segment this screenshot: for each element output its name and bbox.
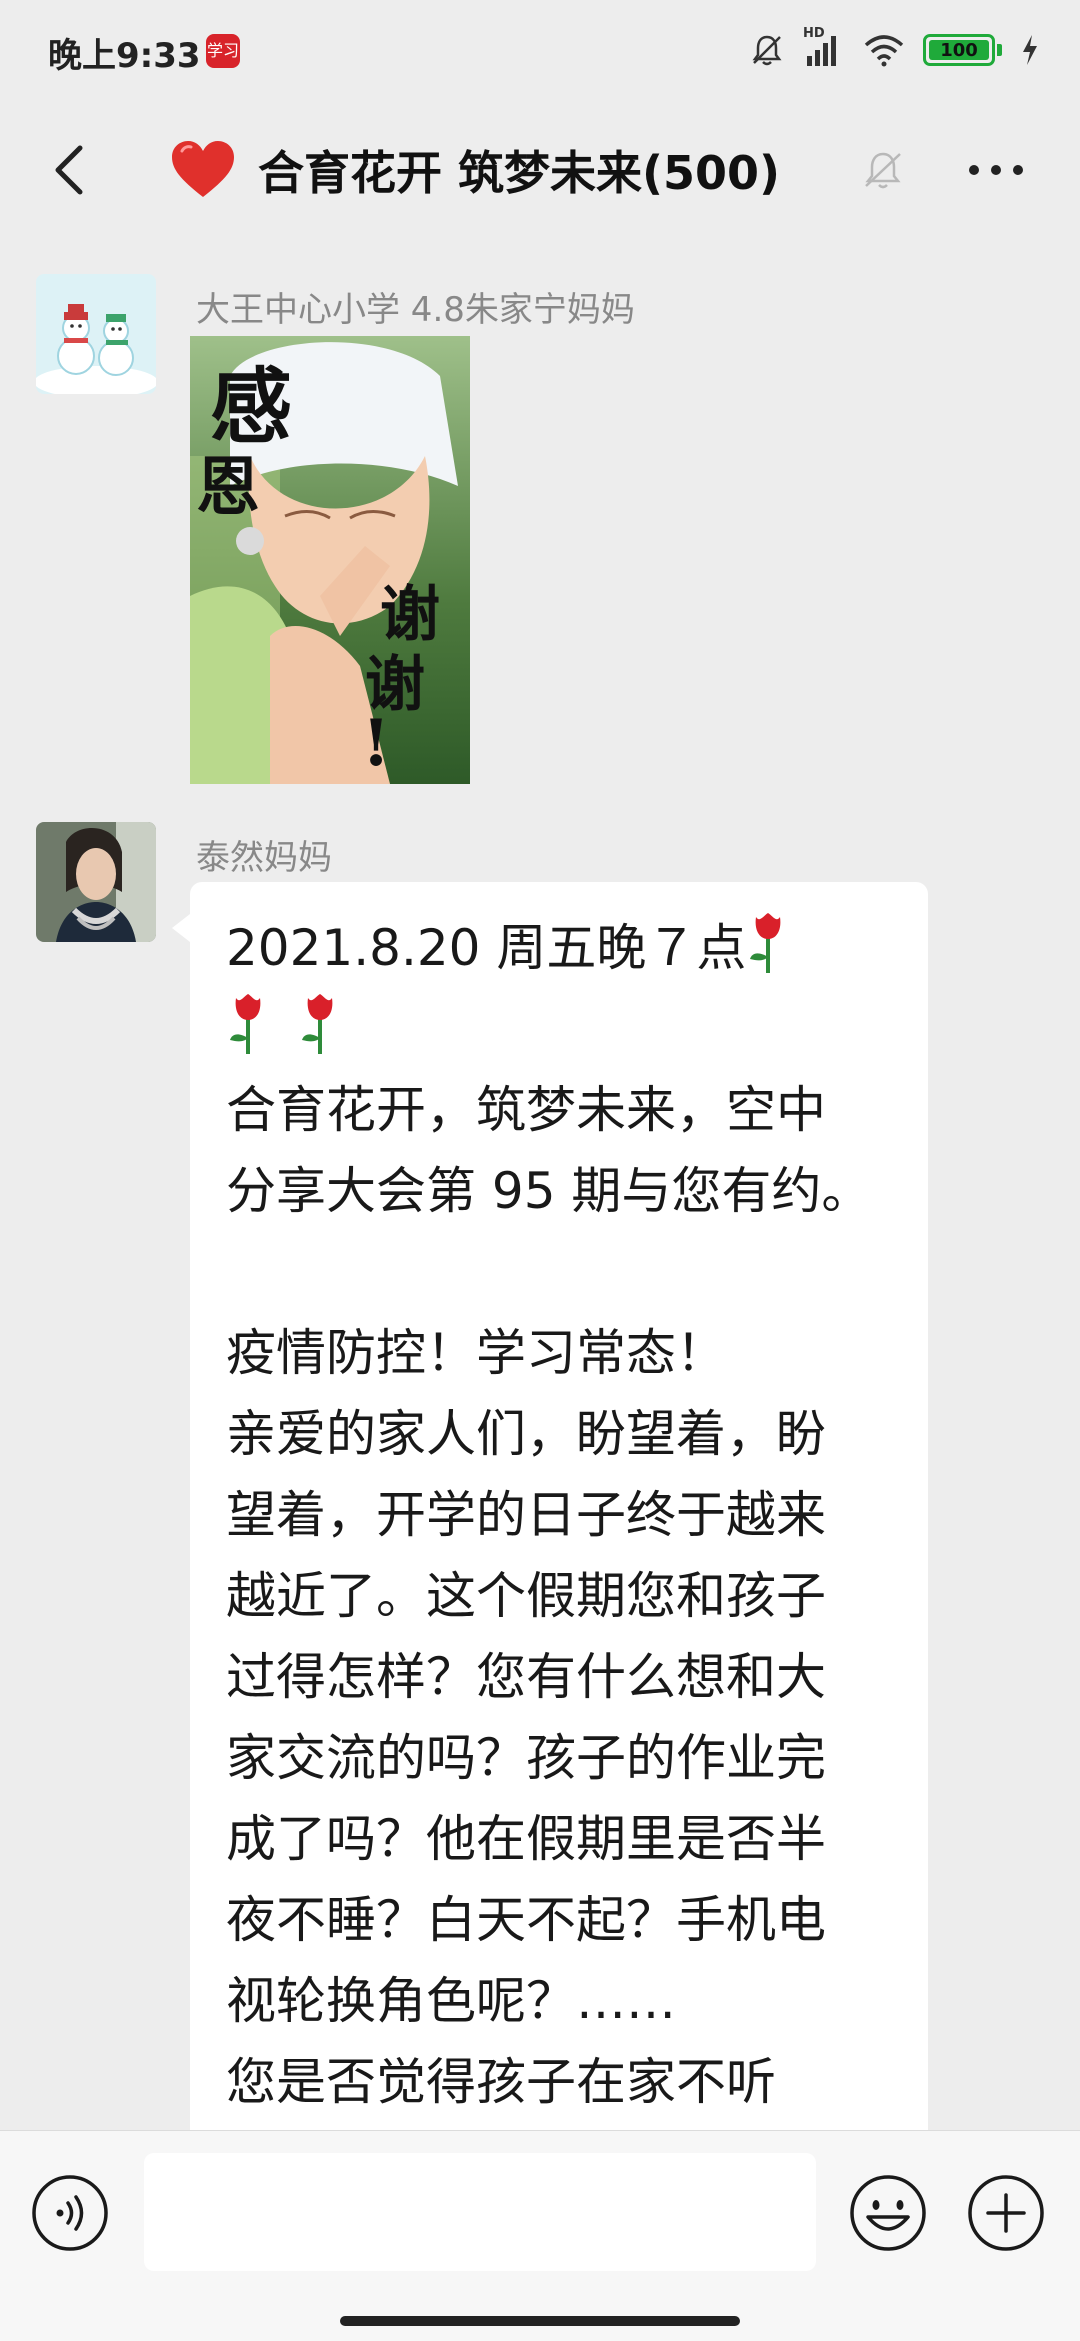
message-input[interactable] xyxy=(144,2153,816,2271)
network-badge: HD xyxy=(803,26,825,41)
message-line: 过得怎样？您有什么想和大 xyxy=(226,1648,826,1706)
message-bubble[interactable]: 2021.8.20 周五晚７点 合育花开，筑梦未来，空中 分享大会第 95 期与… xyxy=(172,882,928,2130)
back-icon[interactable] xyxy=(40,138,104,202)
message-line xyxy=(226,989,892,1070)
message-line: 亲爱的家人们，盼望着，盼 xyxy=(226,1405,826,1463)
voice-icon[interactable] xyxy=(30,2173,110,2253)
woman-avatar-icon xyxy=(36,822,156,942)
message-line: 家交流的吗？孩子的作业完 xyxy=(226,1729,826,1787)
message-line: 分享大会第 95 期与您有约。 xyxy=(226,1162,872,1220)
input-bar xyxy=(0,2130,1080,2341)
avatar[interactable] xyxy=(36,822,156,942)
message-line: 夜不睡？白天不起？手机电 xyxy=(226,1891,826,1949)
charging-icon xyxy=(1023,35,1037,65)
sender-name: 泰然妈妈 xyxy=(196,838,332,878)
gratitude-sticker[interactable]: 感 恩 谢 谢 ! xyxy=(190,336,470,784)
tulip-icon xyxy=(302,994,333,1054)
battery-level: 100 xyxy=(940,39,978,61)
sender-name: 大王中心小学 4.8朱家宁妈妈 xyxy=(196,290,635,330)
message-line: 视轮换角色呢？…… xyxy=(226,1972,676,2030)
message-line: 望着，开学的日子终于越来 xyxy=(226,1486,826,1544)
chat-title[interactable]: 合育花开 筑梦未来(500) xyxy=(170,132,780,208)
status-time: 晚上9:33 xyxy=(48,36,201,76)
mute-icon xyxy=(865,152,901,189)
message-line: 2021.8.20 周五晚７点 xyxy=(226,908,892,989)
mute-bell-icon xyxy=(752,35,782,66)
avatar[interactable] xyxy=(36,274,156,394)
sticker-text: ! xyxy=(362,706,391,781)
message-line: 成了吗？他在假期里是否半 xyxy=(226,1810,826,1868)
message-line: 疫情防控！学习常态！ xyxy=(226,1324,726,1382)
battery-icon: 100 xyxy=(923,34,995,66)
wifi-icon xyxy=(864,35,904,67)
emoji-icon[interactable] xyxy=(848,2173,928,2253)
chat-title-text: 合育花开 筑梦未来(500) xyxy=(258,146,781,200)
status-bar: 晚上9:33 学习 HD 100 xyxy=(0,0,1080,100)
more-icon[interactable] xyxy=(960,142,1032,198)
home-indicator[interactable] xyxy=(340,2316,740,2326)
signal-group: HD xyxy=(803,26,845,68)
plus-icon[interactable] xyxy=(966,2173,1046,2253)
app-notification-icon: 学习 xyxy=(206,34,240,68)
heart-icon xyxy=(172,141,234,197)
message-line: 您是否觉得孩子在家不听 xyxy=(226,2053,776,2111)
battery-cap xyxy=(997,44,1002,56)
message-line: 越近了。这个假期您和孩子 xyxy=(226,1567,826,1625)
tulip-icon xyxy=(230,994,261,1054)
tulip-icon xyxy=(750,913,781,973)
snowman-avatar-icon xyxy=(36,274,156,394)
message-line xyxy=(226,1232,892,1313)
status-icons: HD 100 xyxy=(749,26,1040,70)
sticker-text: 恩 xyxy=(196,450,260,525)
message-line: 合育花开，筑梦未来，空中 xyxy=(226,1081,826,1139)
chat-header: 合育花开 筑梦未来(500) xyxy=(0,100,1080,240)
chat-messages[interactable]: 大王中心小学 4.8朱家宁妈妈 感 恩 谢 谢 ! 泰然妈妈 2021.8.20… xyxy=(0,240,1080,2130)
